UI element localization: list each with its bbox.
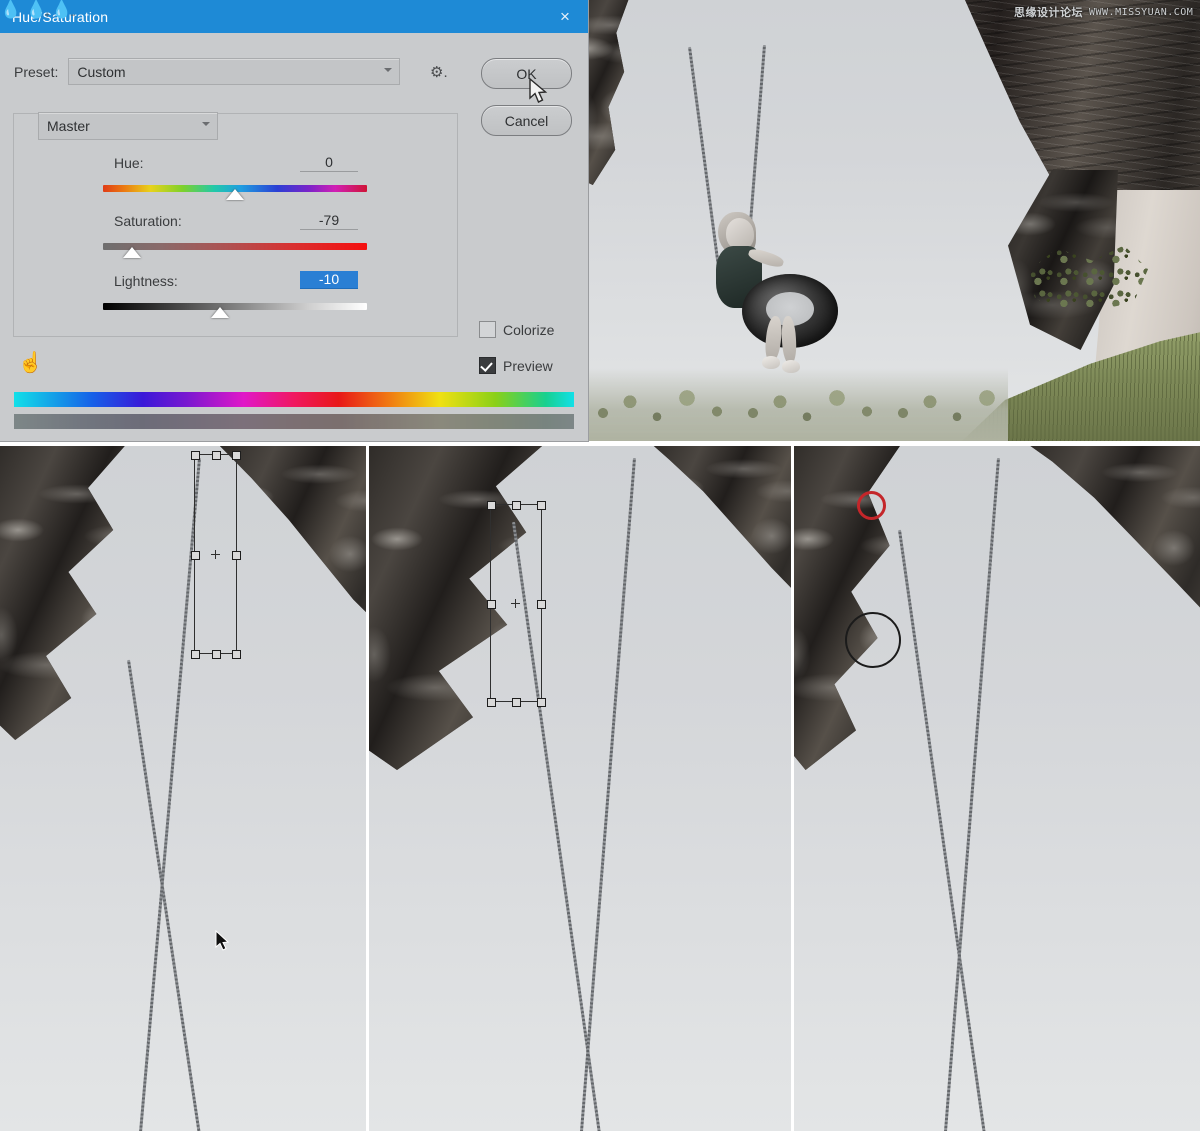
panel-bottom-right-image[interactable] [794, 446, 1200, 1131]
cancel-label: Cancel [504, 112, 549, 129]
transform-bounding-box[interactable] [487, 501, 546, 707]
hue-saturation-dialog[interactable]: Hue/Saturation × Preset: Custom ⚙. OK Ca… [0, 0, 588, 441]
girl-shoe-back [782, 360, 800, 373]
cancel-button[interactable]: Cancel [481, 105, 572, 136]
lightness-label: Lightness: [114, 273, 178, 289]
divider-vertical-1 [366, 446, 369, 1131]
transform-handle-ml[interactable] [487, 600, 496, 609]
colorize-checkbox-row[interactable]: Colorize [479, 321, 554, 338]
eyedropper-subtract-icon[interactable]: 💧 − [51, 0, 76, 20]
transform-handle-bl[interactable] [191, 650, 200, 659]
transform-handle-bc[interactable] [512, 698, 521, 707]
hue-value[interactable]: 0 [300, 154, 358, 172]
saturation-slider-thumb[interactable] [123, 247, 141, 258]
transform-handle-tl[interactable] [191, 451, 200, 460]
lightness-control: Lightness: -10 [0, 0, 588, 318]
panel-bottom-center-image[interactable] [369, 446, 791, 1131]
gear-icon[interactable]: ⚙. [430, 63, 448, 81]
screenshot-root: 思缘设计论坛 WWW.MISSYUAN.COM Hue/Saturation ×… [0, 0, 1200, 1131]
girl-shoe-front [762, 356, 780, 369]
gear-glyph: ⚙ [430, 64, 444, 81]
transform-handle-bl[interactable] [487, 698, 496, 707]
close-icon[interactable]: × [542, 0, 588, 33]
preset-value: Custom [77, 63, 126, 80]
eyedropper-icon[interactable]: 💧 [0, 0, 21, 19]
transform-handle-bc[interactable] [212, 650, 221, 659]
transform-handle-ml[interactable] [191, 551, 200, 560]
preview-label: Preview [503, 357, 553, 374]
channel-value: Master [47, 118, 90, 134]
arrow-cursor-over-ok [529, 78, 548, 103]
chevron-down-icon [384, 68, 393, 72]
preset-label: Preset: [14, 63, 59, 80]
chevron-down-icon [202, 122, 210, 126]
transform-handle-tl[interactable] [487, 501, 496, 510]
hand-icon[interactable]: ☝ [18, 350, 43, 375]
panel-top-right-image[interactable]: 思缘设计论坛 WWW.MISSYUAN.COM [588, 0, 1200, 443]
panel-bottom-left-image[interactable] [0, 446, 366, 1131]
preset-row: Preset: Custom [14, 58, 401, 85]
colorize-label: Colorize [503, 321, 555, 338]
eyedropper-add-modifier: + [44, 10, 50, 20]
transform-handle-tc[interactable] [512, 501, 521, 510]
transform-reference-point[interactable] [211, 550, 220, 559]
transform-handle-tr[interactable] [232, 451, 241, 460]
red-circle-marker [857, 491, 886, 520]
girl-figure [708, 212, 848, 373]
transform-handle-tr[interactable] [537, 501, 546, 510]
arrow-cursor [215, 930, 230, 951]
transform-reference-point[interactable] [511, 599, 520, 608]
dialog-titlebar[interactable]: Hue/Saturation × [0, 0, 588, 33]
eyedropper-add-icon[interactable]: 💧 + [26, 0, 50, 20]
eyedropper-subtract-modifier: − [70, 10, 76, 20]
transform-handle-mr[interactable] [232, 551, 241, 560]
transform-handle-mr[interactable] [537, 600, 546, 609]
channel-dropdown[interactable]: Master [38, 112, 218, 140]
preview-checkbox-row[interactable]: Preview [479, 357, 553, 374]
colorize-checkbox[interactable] [479, 321, 496, 338]
hue-spectrum-bar-output [14, 414, 574, 429]
hue-label: Hue: [114, 155, 144, 171]
hue-slider-thumb[interactable] [226, 189, 244, 200]
lightness-slider-track[interactable] [103, 303, 367, 310]
transform-handle-br[interactable] [537, 698, 546, 707]
gear-dot: . [443, 64, 448, 81]
saturation-value[interactable]: -79 [300, 212, 358, 230]
lightness-slider-thumb[interactable] [211, 307, 229, 318]
preset-dropdown[interactable]: Custom [68, 58, 401, 85]
saturation-slider-track[interactable] [103, 243, 367, 250]
divider-vertical-2 [791, 446, 794, 1131]
transform-handle-br[interactable] [232, 650, 241, 659]
transform-handle-tc[interactable] [212, 451, 221, 460]
divider-horizontal [0, 441, 1200, 446]
transform-bounding-box[interactable] [191, 451, 241, 659]
ok-button[interactable]: OK [481, 58, 572, 89]
brush-cursor-circle [845, 612, 901, 668]
treeline-bottom [588, 368, 1008, 443]
saturation-label: Saturation: [114, 213, 182, 229]
lightness-value[interactable]: -10 [300, 271, 358, 289]
hue-spectrum-bar-input[interactable] [14, 392, 574, 407]
preview-checkbox[interactable] [479, 357, 496, 374]
